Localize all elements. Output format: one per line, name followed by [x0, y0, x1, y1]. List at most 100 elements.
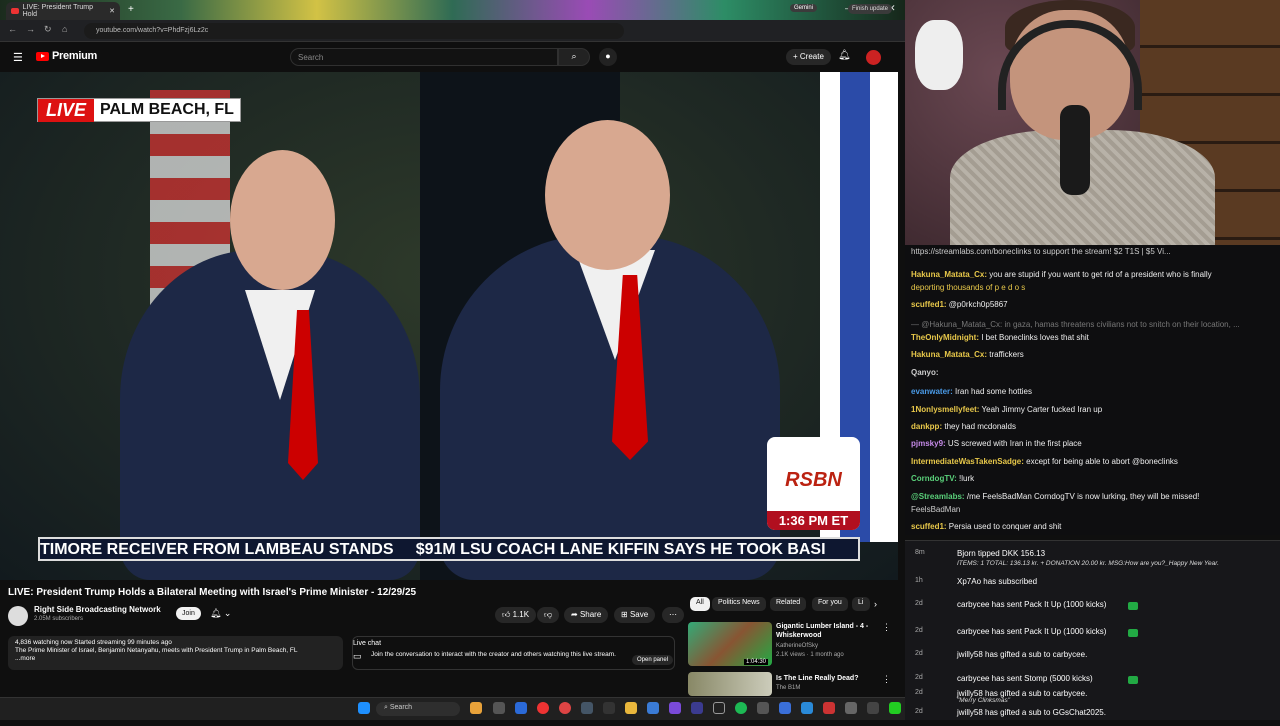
taskbar-app-icon[interactable] — [823, 702, 835, 714]
taskbar-app-icon[interactable] — [801, 702, 813, 714]
search-icon[interactable]: ⌕ — [558, 48, 590, 66]
live-chat-box: Live chat ▭ Join the conversation to int… — [352, 636, 675, 670]
avatar[interactable] — [866, 50, 881, 65]
taskbar-app-icon[interactable] — [647, 702, 659, 714]
youtube-logo[interactable]: Premium — [36, 50, 97, 62]
chat-username[interactable]: dankpp: — [911, 422, 942, 431]
create-button[interactable]: + Create — [786, 49, 831, 65]
menu-icon[interactable]: ☰ — [13, 51, 23, 64]
chat-message: scuffed1: Persia used to conquer and shi… — [911, 520, 1275, 533]
chat-username[interactable]: TheOnlyMidnight: — [911, 333, 979, 342]
taskbar-app-icon[interactable] — [603, 702, 615, 714]
more-vert-icon[interactable]: ⋮ — [882, 674, 891, 685]
back-icon[interactable]: ← — [8, 24, 17, 34]
tab-close-icon[interactable]: ✕ — [109, 7, 115, 15]
video-title: LIVE: President Trump Holds a Bilateral … — [8, 587, 417, 598]
taskbar-app-icon[interactable] — [779, 702, 791, 714]
more-icon[interactable]: ⋯ — [662, 607, 684, 623]
chip-related[interactable]: Related — [770, 597, 807, 611]
reload-icon[interactable]: ↻ — [44, 24, 52, 35]
chat-message: 1Nonlysmellyfeet: Yeah Jimmy Carter fuck… — [911, 403, 1275, 416]
taskbar-search[interactable]: ⌕ Search — [376, 702, 460, 716]
chip-all[interactable]: All — [690, 597, 710, 611]
taskbar-app-icon[interactable] — [757, 702, 769, 714]
face-right — [545, 120, 670, 270]
taskbar-app-icon[interactable] — [669, 702, 681, 714]
dislike-icon[interactable]: 👎︎ — [537, 607, 560, 623]
chat-icon: ▭ — [353, 651, 362, 661]
chip-live[interactable]: Li — [852, 597, 870, 611]
event-text: jwilly58 has gifted a sub to carbycee. — [957, 650, 1088, 659]
chat-username[interactable]: CorndogTV: — [911, 474, 957, 483]
event-time: 2d — [915, 689, 923, 696]
chat-username[interactable]: Hakuna_Matata_Cx: — [911, 350, 987, 359]
chat-username[interactable]: @Streamlabs: — [911, 492, 965, 501]
home-icon[interactable]: ⌂ — [62, 24, 67, 34]
event-text: carbycee has sent Stomp (5000 kicks) — [957, 674, 1093, 683]
channel-avatar[interactable] — [8, 606, 28, 626]
microphone-icon[interactable]: ● — [599, 48, 617, 66]
event-text: Bjorn tipped DKK 156.13 — [957, 549, 1046, 558]
chat-message: Hakuna_Matata_Cx: traffickers — [911, 348, 1275, 361]
chat-username[interactable]: pjmsky9: — [911, 439, 946, 448]
taskbar-app-icon[interactable] — [581, 702, 593, 714]
chat-username[interactable]: IntermediateWasTakenSadge: — [911, 457, 1024, 466]
brand-label: Premium — [52, 50, 97, 62]
chat-username[interactable]: scuffed1: — [911, 300, 947, 309]
windows-start-icon[interactable] — [358, 702, 370, 714]
clock-label: 1:36 PM ET — [767, 511, 860, 530]
taskbar-app-icon[interactable] — [470, 702, 482, 714]
join-button[interactable]: Join — [176, 607, 201, 620]
obs-icon[interactable] — [713, 702, 725, 714]
description-more[interactable]: ...more — [15, 655, 336, 663]
chrome-icon[interactable] — [559, 702, 571, 714]
url-field[interactable]: youtube.com/watch?v=PhdFzj6Lz2c — [84, 23, 624, 39]
open-panel-button[interactable]: Open panel — [632, 655, 674, 665]
taskbar-app-icon[interactable] — [845, 702, 857, 714]
taskbar-app-icon[interactable] — [867, 702, 879, 714]
edge-icon[interactable] — [515, 702, 527, 714]
new-tab-icon[interactable]: + — [128, 4, 134, 15]
share-button[interactable]: ➦ Share — [564, 607, 609, 623]
taskbar-app-icon[interactable] — [889, 702, 901, 714]
channel-name[interactable]: Right Side Broadcasting Network — [34, 605, 161, 614]
related-channel[interactable]: KatherineOfSky — [776, 643, 818, 649]
related-channel[interactable]: The B1M — [776, 685, 800, 691]
chrome-icon[interactable] — [537, 702, 549, 714]
file-explorer-icon[interactable] — [625, 702, 637, 714]
event-text: jwilly58 has gifted a sub to GGsChat2025… — [957, 708, 1106, 717]
more-vert-icon[interactable]: ⋮ — [882, 622, 891, 633]
spotify-icon[interactable] — [735, 702, 747, 714]
gemini-button[interactable]: Gemini — [790, 4, 818, 12]
chat-username[interactable]: evanwater: — [911, 387, 953, 396]
chat-text: FeelsBadMan — [911, 505, 961, 514]
chat-message: evanwater: Iran had some hotties — [911, 385, 1275, 398]
chat-text: /me FeelsBadMan CorndogTV is now lurking… — [966, 492, 1200, 501]
chat-username[interactable]: 1Nonlysmellyfeet: — [911, 405, 979, 414]
related-thumbnail[interactable] — [688, 672, 772, 696]
taskbar-app-icon[interactable] — [493, 702, 505, 714]
forward-icon[interactable]: → — [26, 24, 35, 34]
taskbar-app-icon[interactable] — [691, 702, 703, 714]
event-time: 2d — [915, 627, 923, 634]
chat-banner[interactable]: https://streamlabs.com/boneclinks to sup… — [911, 245, 1275, 258]
related-title[interactable]: Gigantic Lumber Island - 4 - Whiskerwood — [776, 622, 876, 640]
browser-tab[interactable]: LIVE: President Trump Hold ✕ — [6, 2, 120, 20]
notifications-icon[interactable]: 🔔︎ — [838, 50, 851, 61]
chip-politics[interactable]: Politics News — [712, 597, 766, 611]
chevron-right-icon[interactable]: › — [874, 599, 877, 609]
microphone — [1060, 105, 1090, 195]
description-box[interactable]: 4,836 watching now Started streaming 99 … — [8, 636, 343, 670]
chat-username[interactable]: scuffed1: — [911, 522, 947, 531]
subscribe-bell-icon[interactable]: 🔔︎ ⌄ — [210, 608, 231, 619]
related-title[interactable]: Is The Line Really Dead? — [776, 674, 876, 683]
search-input[interactable]: Search — [290, 48, 558, 66]
finish-update-button[interactable]: Finish update — [848, 4, 893, 14]
event-time: 2d — [915, 674, 923, 681]
save-button[interactable]: ⊞ Save — [614, 607, 656, 623]
chat-username[interactable]: Qanyo: — [911, 368, 939, 377]
chat-username[interactable]: Hakuna_Matata_Cx: — [911, 270, 987, 279]
chip-for-you[interactable]: For you — [812, 597, 848, 611]
like-count: 1.1K — [512, 610, 530, 619]
like-button[interactable]: 👍︎ 1.1K — [495, 607, 537, 623]
